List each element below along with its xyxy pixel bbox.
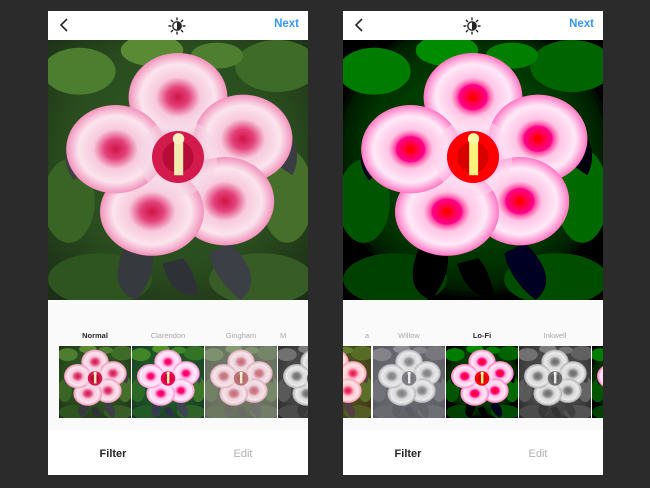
editor-screen-lofi: Next a Willow Lo-Fi Inkwell Filter Edit — [343, 11, 603, 475]
filter-label: M — [280, 331, 287, 340]
filter-partial[interactable] — [592, 300, 603, 430]
filter-thumbnail[interactable] — [278, 346, 308, 418]
filter-clarendon[interactable]: Clarendon — [132, 300, 204, 430]
photo-preview — [48, 40, 308, 300]
filter-normal[interactable]: Normal — [59, 300, 131, 430]
filter-strip[interactable]: a Willow Lo-Fi Inkwell — [343, 300, 603, 430]
filter-label: Lo-Fi — [472, 331, 492, 340]
filter-label: Willow — [398, 331, 420, 340]
filter-thumbnail[interactable] — [373, 346, 445, 418]
filter-gingham[interactable]: Gingham — [205, 300, 277, 430]
filter-partial[interactable]: M — [278, 300, 308, 430]
filter-label: Clarendon — [150, 331, 186, 340]
chevron-left-icon[interactable] — [352, 17, 366, 33]
next-button[interactable]: Next — [274, 18, 299, 30]
filter-inkwell[interactable]: Inkwell — [519, 300, 591, 430]
filter-label: Inkwell — [543, 331, 567, 340]
filter-thumbnail[interactable] — [59, 346, 131, 418]
chevron-left-icon[interactable] — [57, 17, 71, 33]
filter-thumbnail[interactable] — [132, 346, 204, 418]
filter-willow[interactable]: Willow — [373, 300, 445, 430]
filter-thumbnail[interactable] — [519, 346, 591, 418]
filter-lofi[interactable]: Lo-Fi — [446, 300, 518, 430]
filter-label: a — [364, 331, 369, 340]
filter-thumbnail[interactable] — [343, 346, 371, 418]
lux-sun-icon[interactable] — [463, 17, 481, 35]
lux-sun-icon[interactable] — [168, 17, 186, 35]
tab-edit[interactable]: Edit — [178, 448, 308, 460]
bottom-tabs: Filter Edit — [343, 430, 603, 475]
top-bar: Next — [48, 11, 308, 40]
tab-edit[interactable]: Edit — [473, 448, 603, 460]
top-bar: Next — [343, 11, 603, 40]
filter-strip[interactable]: Normal Clarendon Gingham M — [48, 300, 308, 430]
filter-partial[interactable]: a — [343, 300, 371, 430]
editor-screen-normal: Next Normal Clarendon Gingham M Filter E… — [48, 11, 308, 475]
filter-label: Gingham — [225, 331, 257, 340]
tab-filter[interactable]: Filter — [343, 448, 473, 460]
bottom-tabs: Filter Edit — [48, 430, 308, 475]
filter-thumbnail[interactable] — [205, 346, 277, 418]
filter-thumbnail[interactable] — [446, 346, 518, 418]
filter-label: Normal — [82, 331, 108, 340]
filter-thumbnail[interactable] — [592, 346, 603, 418]
tab-filter[interactable]: Filter — [48, 448, 178, 460]
next-button[interactable]: Next — [569, 18, 594, 30]
photo-preview — [343, 40, 603, 300]
